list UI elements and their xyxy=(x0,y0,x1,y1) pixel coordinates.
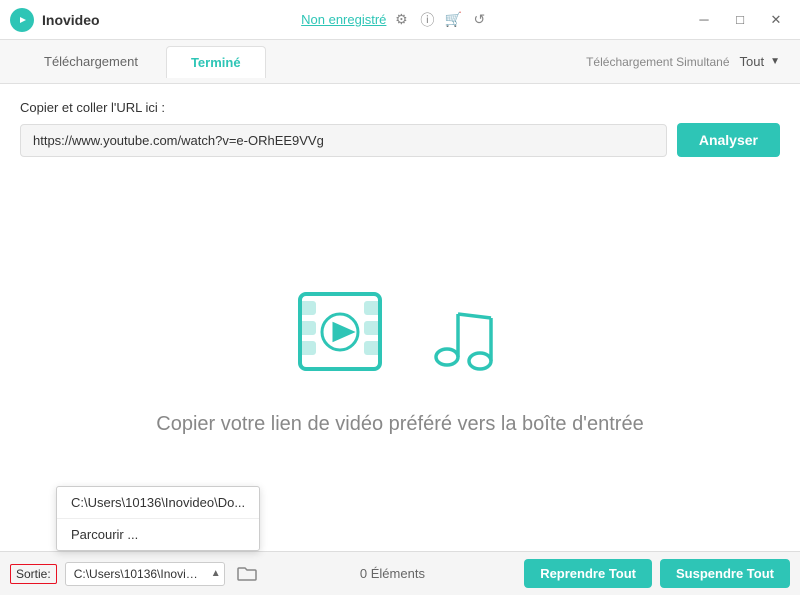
sortie-path-container: C:\Users\10136\Inovideo\Do... ▲ xyxy=(65,562,225,586)
tout-label[interactable]: Tout xyxy=(740,54,765,69)
main-content: Copier et coller l'URL ici : Analyser xyxy=(0,84,800,551)
title-bar-icons: ⚙ ⓘ 🛒 ↺ xyxy=(392,11,488,29)
non-enregistre-link[interactable]: Non enregistré xyxy=(301,12,386,27)
window-controls: ─ □ ✕ xyxy=(690,6,790,34)
empty-icons xyxy=(285,284,515,389)
suspendre-tout-button[interactable]: Suspendre Tout xyxy=(660,559,790,588)
settings-icon[interactable]: ⚙ xyxy=(392,11,410,29)
dropdown-arrow-icon[interactable]: ▼ xyxy=(770,56,780,67)
sortie-label: Sortie: xyxy=(10,564,57,584)
simultane-label: Téléchargement Simultané xyxy=(586,55,729,69)
app-logo xyxy=(10,8,34,32)
sortie-path[interactable]: C:\Users\10136\Inovideo\Do... xyxy=(65,562,225,586)
tab-telechargement[interactable]: Téléchargement xyxy=(20,46,162,77)
title-bar-center: Non enregistré ⚙ ⓘ 🛒 ↺ xyxy=(301,11,488,29)
bottom-bar: Sortie: C:\Users\10136\Inovideo\Do... ▲ … xyxy=(0,551,800,595)
dropdown-item-path[interactable]: C:\Users\10136\Inovideo\Do... xyxy=(57,487,259,519)
empty-state-text: Copier votre lien de vidéo préféré vers … xyxy=(156,413,643,436)
dropdown-menu: C:\Users\10136\Inovideo\Do... Parcourir … xyxy=(56,486,260,551)
minimize-button[interactable]: ─ xyxy=(690,6,718,34)
close-button[interactable]: ✕ xyxy=(762,6,790,34)
analyser-button[interactable]: Analyser xyxy=(677,123,780,157)
url-input-row: Analyser xyxy=(20,123,780,157)
cart-icon[interactable]: 🛒 xyxy=(444,11,462,29)
dropdown-item-parcourir[interactable]: Parcourir ... xyxy=(57,519,259,550)
info-icon[interactable]: ⓘ xyxy=(418,11,436,29)
title-bar: Inovideo Non enregistré ⚙ ⓘ 🛒 ↺ ─ □ ✕ xyxy=(0,0,800,40)
url-input[interactable] xyxy=(20,124,667,157)
reprendre-tout-button[interactable]: Reprendre Tout xyxy=(524,559,652,588)
title-bar-left: Inovideo xyxy=(10,8,100,32)
app-title: Inovideo xyxy=(42,12,100,28)
maximize-button[interactable]: □ xyxy=(726,6,754,34)
url-section: Copier et coller l'URL ici : Analyser xyxy=(0,84,800,169)
tab-bar: Téléchargement Terminé Téléchargement Si… xyxy=(0,40,800,84)
elements-count: 0 Éléments xyxy=(269,566,517,581)
folder-icon[interactable] xyxy=(233,560,261,588)
film-icon xyxy=(285,284,395,389)
tab-termine[interactable]: Terminé xyxy=(166,46,266,78)
music-icon xyxy=(425,289,515,384)
url-label: Copier et coller l'URL ici : xyxy=(20,100,780,115)
refresh-icon[interactable]: ↺ xyxy=(470,11,488,29)
